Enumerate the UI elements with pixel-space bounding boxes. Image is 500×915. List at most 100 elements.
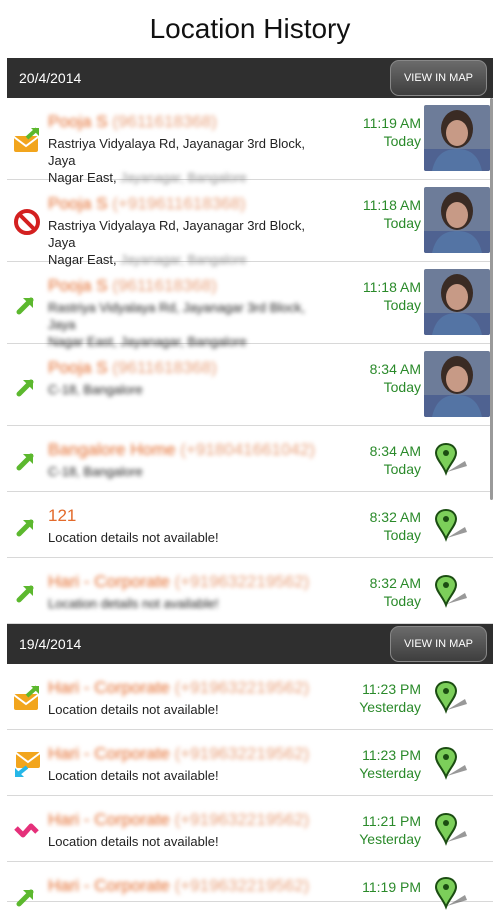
- day-text: Today: [383, 593, 421, 609]
- contact-name-text: Hari - Corporate: [48, 744, 170, 763]
- contact-number: (9611618368): [107, 358, 217, 377]
- history-row[interactable]: Pooja S (9611618368) Rastriya Vidyalaya R…: [7, 262, 493, 349]
- scrollbar[interactable]: [490, 98, 493, 500]
- row-text: Hari - Corporate (+919632219562) Location…: [48, 572, 335, 612]
- contact-name: Bangalore Home (+918041661042): [48, 440, 335, 460]
- page-title: Location History: [149, 13, 351, 44]
- location-history-list[interactable]: 20/4/2014 VIEW IN MAP Pooja S (9611618368)…: [0, 58, 500, 910]
- location-address: Rastriya Vidyalaya Rd, Jayanagar 3rd Blo…: [48, 135, 335, 186]
- day-text: Today: [383, 379, 421, 395]
- timestamp: 11:23 PM Yesterday: [359, 746, 421, 782]
- section-date: 20/4/2014: [19, 70, 82, 86]
- day-text: Yesterday: [359, 699, 421, 715]
- timestamp: 8:32 AM Today: [370, 574, 421, 610]
- contact-number: (+919611618368): [107, 194, 246, 213]
- section-header: 20/4/2014 VIEW IN MAP: [7, 58, 493, 98]
- map-pin-icon[interactable]: [434, 508, 469, 542]
- contact-name-text: Hari - Corporate: [48, 572, 170, 591]
- contact-photo[interactable]: [424, 105, 490, 171]
- history-row[interactable]: Pooja S (+919611618368) Rastriya Vidyalay…: [7, 180, 493, 267]
- contact-number: (+919632219562): [169, 876, 310, 895]
- day-text: Yesterday: [359, 765, 421, 781]
- contact-photo[interactable]: [424, 187, 490, 253]
- map-pin-icon[interactable]: [434, 876, 469, 910]
- section-date: 19/4/2014: [19, 636, 82, 652]
- address-line-1: Location details not available!: [48, 834, 219, 849]
- history-row[interactable]: Hari - Corporate (+919632219562) Location…: [7, 558, 493, 624]
- history-row[interactable]: Hari - Corporate (+919632219562) Location…: [7, 730, 493, 796]
- row-text: Bangalore Home (+918041661042) C-18, Bang…: [48, 440, 335, 480]
- view-in-map-button[interactable]: VIEW IN MAP: [389, 626, 487, 662]
- contact-number: (+919632219562): [169, 810, 310, 829]
- missed-call-icon: [13, 816, 41, 844]
- history-row[interactable]: Hari - Corporate (+919632219562) Location…: [7, 664, 493, 730]
- time-text: 11:18 AM: [362, 279, 421, 295]
- address-line-1: Location details not available!: [48, 530, 219, 545]
- location-address: C-18, Bangalore: [48, 381, 335, 398]
- row-text: Pooja S (9611618368) Rastriya Vidyalaya R…: [48, 276, 335, 350]
- time-text: 11:19 PM: [362, 879, 421, 895]
- day-text: Today: [383, 461, 421, 477]
- timestamp: 11:19 PM: [362, 878, 421, 896]
- contact-number: (+919632219562): [169, 678, 310, 697]
- row-text: 121 Location details not available!: [48, 506, 335, 546]
- location-address: Location details not available!: [48, 701, 335, 718]
- history-row[interactable]: Hari - Corporate (+919632219562) Location…: [7, 796, 493, 862]
- contact-name-text: Hari - Corporate: [48, 810, 170, 829]
- view-in-map-button[interactable]: VIEW IN MAP: [389, 60, 487, 96]
- outgoing-call-icon: [13, 512, 41, 540]
- history-row[interactable]: Pooja S (9611618368) C-18, Bangalore 8:34 …: [7, 344, 493, 426]
- contact-name-text: Pooja S: [48, 112, 108, 131]
- contact-name-text: Pooja S: [48, 276, 108, 295]
- row-text: Pooja S (9611618368) C-18, Bangalore: [48, 358, 335, 398]
- map-pin-icon[interactable]: [434, 680, 469, 714]
- history-row[interactable]: Bangalore Home (+918041661042) C-18, Bang…: [7, 426, 493, 492]
- address-line-1: Rastriya Vidyalaya Rd, Jayanagar 3rd Blo…: [48, 300, 305, 332]
- day-text: Today: [383, 215, 421, 231]
- time-text: 8:32 AM: [369, 575, 421, 591]
- timestamp: 11:19 AM Today: [363, 114, 421, 150]
- history-row[interactable]: 121 Location details not available! 8:32 A…: [7, 492, 493, 558]
- blocked-call-icon: [13, 208, 41, 236]
- history-row[interactable]: Hari - Corporate (+919632219562) 11:19 PM: [7, 862, 493, 910]
- sms-incoming-icon: [13, 750, 41, 778]
- time-text: 11:18 AM: [362, 197, 421, 213]
- location-address: Location details not available!: [48, 767, 335, 784]
- time-text: 11:19 AM: [362, 115, 421, 131]
- timestamp: 11:18 AM Today: [363, 278, 421, 314]
- map-pin-icon[interactable]: [434, 442, 469, 476]
- contact-name: Hari - Corporate (+919632219562): [48, 678, 335, 698]
- contact-photo[interactable]: [424, 351, 490, 417]
- contact-photo[interactable]: [424, 269, 490, 335]
- address-line-1: Location details not available!: [48, 702, 219, 717]
- timestamp: 11:23 PM Yesterday: [359, 680, 421, 716]
- contact-name-text: Pooja S: [48, 194, 108, 213]
- row-text: Hari - Corporate (+919632219562) Location…: [48, 744, 335, 784]
- address-line-1: C-18, Bangalore: [48, 382, 143, 397]
- contact-name: Hari - Corporate (+919632219562): [48, 572, 335, 592]
- map-pin-icon[interactable]: [434, 574, 469, 608]
- row-text: Hari - Corporate (+919632219562) Location…: [48, 678, 335, 718]
- contact-name: Pooja S (9611618368): [48, 112, 335, 132]
- outgoing-call-icon: [13, 882, 41, 910]
- location-address: Location details not available!: [48, 595, 335, 612]
- contact-name: 121: [48, 506, 335, 526]
- location-address: Location details not available!: [48, 833, 335, 850]
- outgoing-call-icon: [13, 578, 41, 606]
- contact-name-text: 121: [48, 506, 77, 525]
- sms-outgoing-icon: [13, 126, 41, 154]
- contact-number: (+919632219562): [169, 572, 310, 591]
- day-text: Today: [383, 297, 421, 313]
- location-address: Location details not available!: [48, 529, 335, 546]
- row-text: Hari - Corporate (+919632219562): [48, 876, 335, 896]
- history-row[interactable]: Pooja S (9611618368) Rastriya Vidyalaya R…: [7, 98, 493, 185]
- map-pin-icon[interactable]: [434, 812, 469, 846]
- contact-name-text: Bangalore Home: [48, 440, 176, 459]
- time-text: 8:32 AM: [369, 509, 421, 525]
- row-text: Pooja S (9611618368) Rastriya Vidyalaya R…: [48, 112, 335, 186]
- address-line-1: Rastriya Vidyalaya Rd, Jayanagar 3rd Blo…: [48, 136, 305, 168]
- outgoing-call-icon: [13, 372, 41, 400]
- contact-name: Hari - Corporate (+919632219562): [48, 810, 335, 830]
- map-pin-icon[interactable]: [434, 746, 469, 780]
- section-header: 19/4/2014 VIEW IN MAP: [7, 624, 493, 664]
